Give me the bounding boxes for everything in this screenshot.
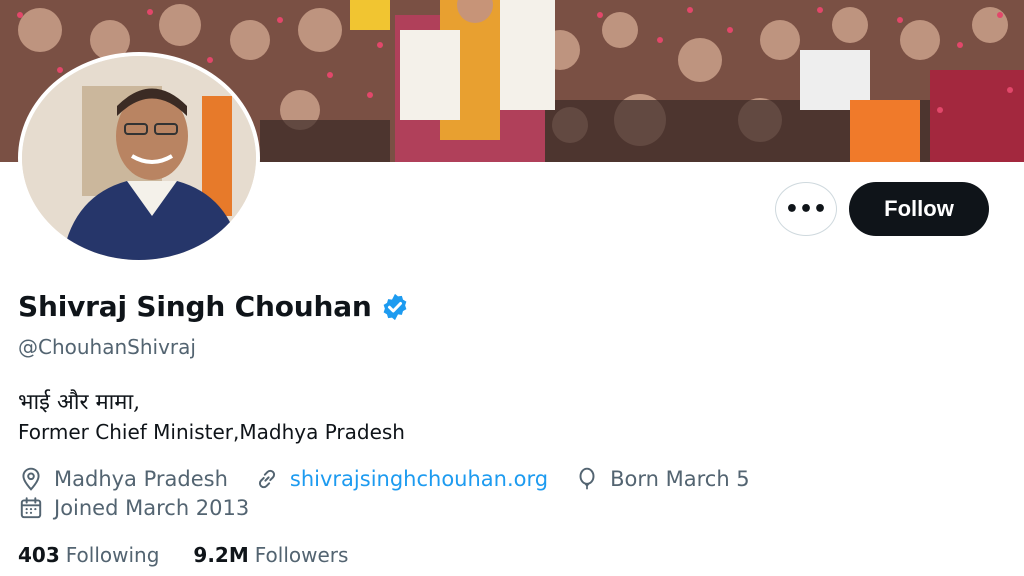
joined-text: Joined March 2013 — [54, 496, 250, 520]
verified-badge-icon[interactable] — [380, 292, 410, 322]
following-label: Following — [65, 543, 160, 567]
meta-website[interactable]: shivrajsinghchouhan.org — [254, 466, 548, 492]
birthday-balloon-icon — [579, 467, 595, 490]
display-name: Shivraj Singh Chouhan — [18, 290, 372, 323]
meta-joined: Joined March 2013 — [18, 495, 249, 521]
more-options-icon: ••• — [784, 196, 828, 222]
bio-line-1: भाई और मामा, — [18, 390, 141, 415]
more-options-button[interactable]: ••• — [775, 182, 837, 236]
avatar-portrait-image — [22, 56, 256, 260]
location-icon — [22, 467, 40, 491]
followers-label: Followers — [254, 543, 349, 567]
profile-stats: 403 Following 9.2M Followers — [18, 543, 382, 567]
follow-button-label: Follow — [884, 196, 954, 221]
following-count: 403 — [18, 543, 60, 567]
following-stat[interactable]: 403 Following — [18, 543, 159, 567]
follow-button[interactable]: Follow — [849, 182, 989, 236]
website-link[interactable]: shivrajsinghchouhan.org — [290, 467, 548, 491]
location-text: Madhya Pradesh — [54, 467, 228, 491]
profile-avatar[interactable] — [18, 52, 260, 264]
followers-count: 9.2M — [193, 543, 249, 567]
profile-name-row: Shivraj Singh Chouhan — [18, 290, 410, 323]
meta-location: Madhya Pradesh — [18, 466, 228, 492]
link-icon — [258, 469, 275, 489]
profile-joined-row: Joined March 2013 — [18, 495, 275, 521]
profile-meta-row: Madhya Pradesh shivrajsinghchouhan.org B… — [18, 466, 776, 492]
profile-handle: @ChouhanShivraj — [18, 335, 196, 359]
meta-birthday: Born March 5 — [574, 466, 750, 492]
birthday-text: Born March 5 — [610, 467, 750, 491]
followers-stat[interactable]: 9.2M Followers — [193, 543, 348, 567]
bio-line-2: Former Chief Minister,Madhya Pradesh — [18, 420, 405, 444]
calendar-icon — [20, 497, 42, 519]
